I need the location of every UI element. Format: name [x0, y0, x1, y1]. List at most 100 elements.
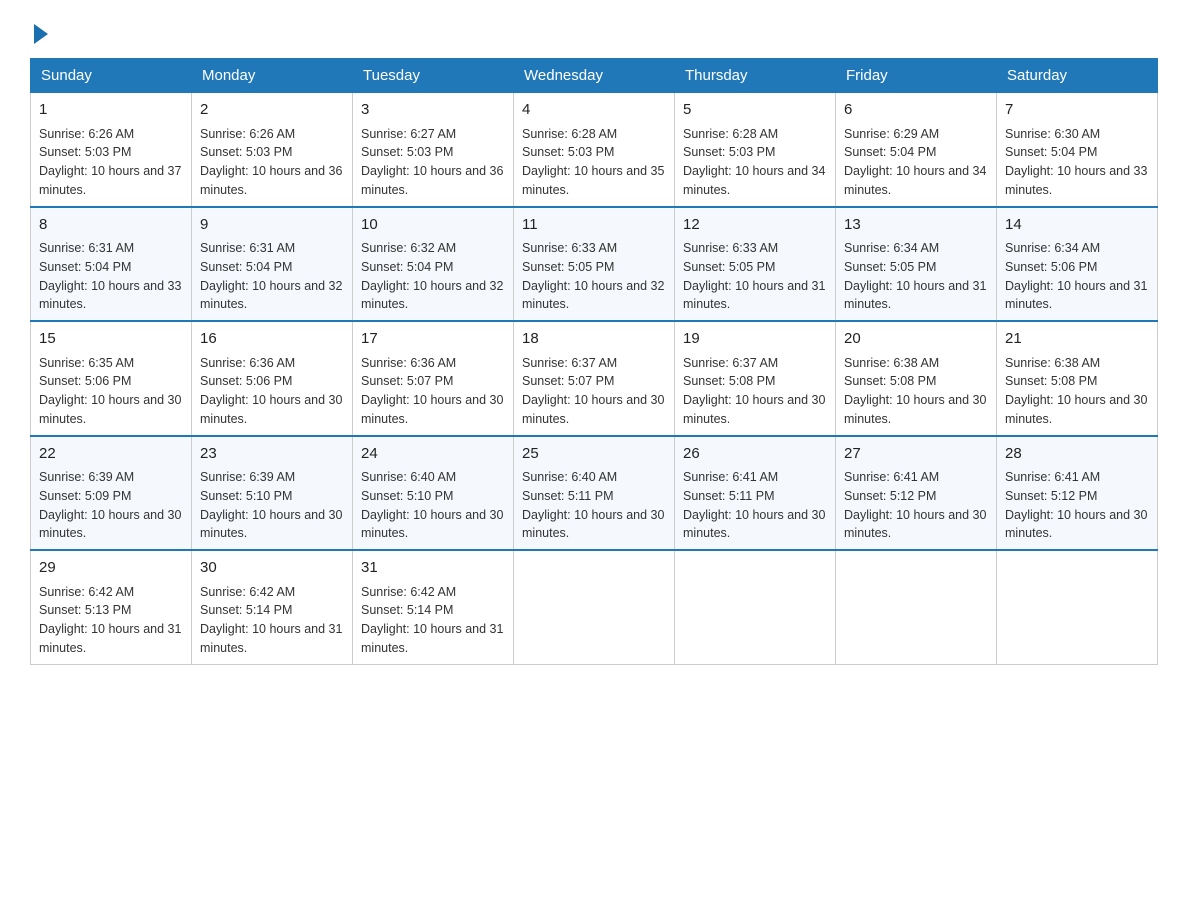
day-info: Sunrise: 6:28 AM Sunset: 5:03 PM Dayligh… [522, 125, 666, 200]
calendar-cell: 28 Sunrise: 6:41 AM Sunset: 5:12 PM Dayl… [997, 436, 1158, 551]
day-number: 29 [39, 557, 183, 580]
day-info: Sunrise: 6:33 AM Sunset: 5:05 PM Dayligh… [522, 239, 666, 314]
day-info: Sunrise: 6:36 AM Sunset: 5:07 PM Dayligh… [361, 354, 505, 429]
day-info: Sunrise: 6:35 AM Sunset: 5:06 PM Dayligh… [39, 354, 183, 429]
calendar-cell: 15 Sunrise: 6:35 AM Sunset: 5:06 PM Dayl… [31, 321, 192, 436]
calendar-cell: 7 Sunrise: 6:30 AM Sunset: 5:04 PM Dayli… [997, 93, 1158, 207]
day-info: Sunrise: 6:42 AM Sunset: 5:14 PM Dayligh… [200, 583, 344, 658]
day-info: Sunrise: 6:31 AM Sunset: 5:04 PM Dayligh… [200, 239, 344, 314]
calendar-cell: 1 Sunrise: 6:26 AM Sunset: 5:03 PM Dayli… [31, 93, 192, 207]
day-info: Sunrise: 6:40 AM Sunset: 5:10 PM Dayligh… [361, 468, 505, 543]
day-number: 28 [1005, 443, 1149, 466]
calendar-cell: 14 Sunrise: 6:34 AM Sunset: 5:06 PM Dayl… [997, 207, 1158, 322]
calendar-cell: 23 Sunrise: 6:39 AM Sunset: 5:10 PM Dayl… [192, 436, 353, 551]
calendar-week-row: 1 Sunrise: 6:26 AM Sunset: 5:03 PM Dayli… [31, 93, 1158, 207]
day-number: 8 [39, 214, 183, 237]
day-number: 23 [200, 443, 344, 466]
day-info: Sunrise: 6:26 AM Sunset: 5:03 PM Dayligh… [39, 125, 183, 200]
calendar-cell: 4 Sunrise: 6:28 AM Sunset: 5:03 PM Dayli… [514, 93, 675, 207]
calendar-cell: 24 Sunrise: 6:40 AM Sunset: 5:10 PM Dayl… [353, 436, 514, 551]
day-number: 2 [200, 99, 344, 122]
day-info: Sunrise: 6:29 AM Sunset: 5:04 PM Dayligh… [844, 125, 988, 200]
day-number: 7 [1005, 99, 1149, 122]
day-info: Sunrise: 6:34 AM Sunset: 5:05 PM Dayligh… [844, 239, 988, 314]
day-number: 20 [844, 328, 988, 351]
day-number: 4 [522, 99, 666, 122]
day-info: Sunrise: 6:34 AM Sunset: 5:06 PM Dayligh… [1005, 239, 1149, 314]
day-info: Sunrise: 6:42 AM Sunset: 5:14 PM Dayligh… [361, 583, 505, 658]
logo-arrow-icon [34, 24, 48, 44]
calendar-header-saturday: Saturday [997, 59, 1158, 93]
calendar-cell: 17 Sunrise: 6:36 AM Sunset: 5:07 PM Dayl… [353, 321, 514, 436]
day-info: Sunrise: 6:28 AM Sunset: 5:03 PM Dayligh… [683, 125, 827, 200]
day-number: 25 [522, 443, 666, 466]
day-number: 12 [683, 214, 827, 237]
calendar-cell: 12 Sunrise: 6:33 AM Sunset: 5:05 PM Dayl… [675, 207, 836, 322]
day-info: Sunrise: 6:27 AM Sunset: 5:03 PM Dayligh… [361, 125, 505, 200]
day-info: Sunrise: 6:33 AM Sunset: 5:05 PM Dayligh… [683, 239, 827, 314]
calendar-week-row: 8 Sunrise: 6:31 AM Sunset: 5:04 PM Dayli… [31, 207, 1158, 322]
day-number: 1 [39, 99, 183, 122]
day-number: 11 [522, 214, 666, 237]
calendar-cell: 11 Sunrise: 6:33 AM Sunset: 5:05 PM Dayl… [514, 207, 675, 322]
calendar-cell: 9 Sunrise: 6:31 AM Sunset: 5:04 PM Dayli… [192, 207, 353, 322]
calendar-cell [997, 550, 1158, 664]
day-number: 6 [844, 99, 988, 122]
day-number: 21 [1005, 328, 1149, 351]
day-number: 27 [844, 443, 988, 466]
day-info: Sunrise: 6:38 AM Sunset: 5:08 PM Dayligh… [844, 354, 988, 429]
day-info: Sunrise: 6:41 AM Sunset: 5:12 PM Dayligh… [1005, 468, 1149, 543]
calendar-cell: 26 Sunrise: 6:41 AM Sunset: 5:11 PM Dayl… [675, 436, 836, 551]
calendar-cell: 3 Sunrise: 6:27 AM Sunset: 5:03 PM Dayli… [353, 93, 514, 207]
day-number: 19 [683, 328, 827, 351]
day-number: 15 [39, 328, 183, 351]
calendar-cell: 27 Sunrise: 6:41 AM Sunset: 5:12 PM Dayl… [836, 436, 997, 551]
calendar-cell: 8 Sunrise: 6:31 AM Sunset: 5:04 PM Dayli… [31, 207, 192, 322]
day-number: 24 [361, 443, 505, 466]
day-info: Sunrise: 6:31 AM Sunset: 5:04 PM Dayligh… [39, 239, 183, 314]
calendar-cell: 18 Sunrise: 6:37 AM Sunset: 5:07 PM Dayl… [514, 321, 675, 436]
day-info: Sunrise: 6:40 AM Sunset: 5:11 PM Dayligh… [522, 468, 666, 543]
logo [30, 20, 48, 40]
calendar-cell: 20 Sunrise: 6:38 AM Sunset: 5:08 PM Dayl… [836, 321, 997, 436]
day-info: Sunrise: 6:26 AM Sunset: 5:03 PM Dayligh… [200, 125, 344, 200]
day-number: 3 [361, 99, 505, 122]
calendar-header-wednesday: Wednesday [514, 59, 675, 93]
calendar-week-row: 29 Sunrise: 6:42 AM Sunset: 5:13 PM Dayl… [31, 550, 1158, 664]
calendar-cell: 22 Sunrise: 6:39 AM Sunset: 5:09 PM Dayl… [31, 436, 192, 551]
day-info: Sunrise: 6:41 AM Sunset: 5:11 PM Dayligh… [683, 468, 827, 543]
calendar-cell: 30 Sunrise: 6:42 AM Sunset: 5:14 PM Dayl… [192, 550, 353, 664]
calendar-header-friday: Friday [836, 59, 997, 93]
calendar-header-row: SundayMondayTuesdayWednesdayThursdayFrid… [31, 59, 1158, 93]
day-number: 14 [1005, 214, 1149, 237]
day-number: 18 [522, 328, 666, 351]
day-number: 10 [361, 214, 505, 237]
day-number: 22 [39, 443, 183, 466]
day-number: 26 [683, 443, 827, 466]
day-info: Sunrise: 6:37 AM Sunset: 5:07 PM Dayligh… [522, 354, 666, 429]
day-number: 31 [361, 557, 505, 580]
calendar-cell: 16 Sunrise: 6:36 AM Sunset: 5:06 PM Dayl… [192, 321, 353, 436]
day-info: Sunrise: 6:32 AM Sunset: 5:04 PM Dayligh… [361, 239, 505, 314]
calendar-header-monday: Monday [192, 59, 353, 93]
day-number: 16 [200, 328, 344, 351]
calendar-table: SundayMondayTuesdayWednesdayThursdayFrid… [30, 58, 1158, 665]
day-number: 9 [200, 214, 344, 237]
day-number: 5 [683, 99, 827, 122]
calendar-cell: 21 Sunrise: 6:38 AM Sunset: 5:08 PM Dayl… [997, 321, 1158, 436]
calendar-cell: 25 Sunrise: 6:40 AM Sunset: 5:11 PM Dayl… [514, 436, 675, 551]
calendar-cell [514, 550, 675, 664]
day-info: Sunrise: 6:39 AM Sunset: 5:10 PM Dayligh… [200, 468, 344, 543]
calendar-cell: 6 Sunrise: 6:29 AM Sunset: 5:04 PM Dayli… [836, 93, 997, 207]
calendar-week-row: 15 Sunrise: 6:35 AM Sunset: 5:06 PM Dayl… [31, 321, 1158, 436]
calendar-cell: 29 Sunrise: 6:42 AM Sunset: 5:13 PM Dayl… [31, 550, 192, 664]
calendar-week-row: 22 Sunrise: 6:39 AM Sunset: 5:09 PM Dayl… [31, 436, 1158, 551]
calendar-cell: 10 Sunrise: 6:32 AM Sunset: 5:04 PM Dayl… [353, 207, 514, 322]
day-number: 13 [844, 214, 988, 237]
calendar-header-thursday: Thursday [675, 59, 836, 93]
day-number: 30 [200, 557, 344, 580]
day-info: Sunrise: 6:41 AM Sunset: 5:12 PM Dayligh… [844, 468, 988, 543]
day-info: Sunrise: 6:39 AM Sunset: 5:09 PM Dayligh… [39, 468, 183, 543]
calendar-cell: 19 Sunrise: 6:37 AM Sunset: 5:08 PM Dayl… [675, 321, 836, 436]
day-info: Sunrise: 6:42 AM Sunset: 5:13 PM Dayligh… [39, 583, 183, 658]
